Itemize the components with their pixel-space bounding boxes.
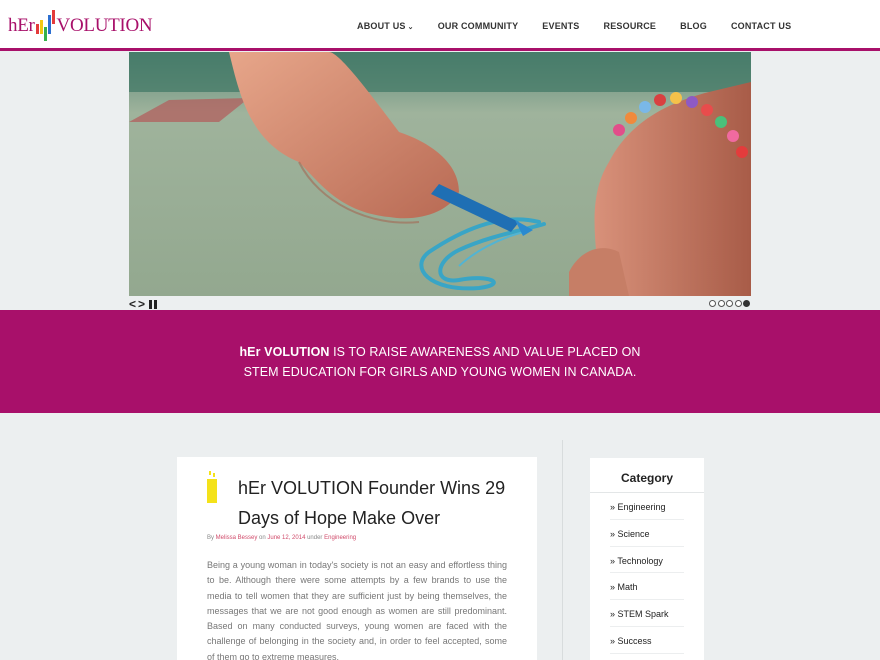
hero-slider[interactable] bbox=[129, 52, 751, 296]
category-math[interactable]: » Math bbox=[610, 573, 684, 601]
post-meta: By Melissa Bessey on June 12, 2014 under… bbox=[207, 535, 356, 541]
nav-about-us-label: ABOUT US bbox=[357, 20, 406, 31]
logo-bars-icon bbox=[35, 9, 56, 43]
slider-dot[interactable] bbox=[743, 300, 750, 307]
post-excerpt: Being a young woman in today's society i… bbox=[207, 560, 507, 660]
meta-under: under bbox=[305, 535, 325, 541]
blog-post-card: hEr VOLUTION Founder Wins 29 Days of Hop… bbox=[177, 457, 537, 660]
slider-pagination bbox=[708, 300, 750, 307]
slider-dot[interactable] bbox=[717, 300, 725, 307]
post-category-link[interactable]: Engineering bbox=[324, 535, 356, 541]
category-widget-title: Category bbox=[590, 458, 704, 493]
category-list: » Engineering » Science » Technology » M… bbox=[590, 493, 704, 654]
slider-dot[interactable] bbox=[726, 300, 733, 307]
post-date-link[interactable]: June 12, 2014 bbox=[267, 535, 305, 541]
content-divider bbox=[562, 440, 563, 660]
slider-dot[interactable] bbox=[734, 300, 742, 307]
nav-events[interactable]: EVENTS bbox=[542, 21, 579, 31]
post-author-link[interactable]: Melissa Bessey bbox=[216, 535, 258, 541]
hero-slide-image bbox=[129, 52, 751, 296]
category-science[interactable]: » Science bbox=[610, 520, 684, 547]
category-stem-spark[interactable]: » STEM Spark bbox=[610, 600, 684, 627]
slider-prev-button[interactable]: < bbox=[129, 297, 136, 311]
mission-statement: hEr VOLUTION IS TO RAISE AWARENESS AND V… bbox=[230, 342, 650, 382]
category-engineering[interactable]: » Engineering bbox=[610, 493, 684, 520]
category-success[interactable]: » Success bbox=[610, 627, 684, 654]
logo-prefix: hEr bbox=[8, 15, 35, 36]
nav-resource[interactable]: RESOURCE bbox=[604, 21, 657, 31]
site-header: hEr VOLUTION ABOUT US ⌄ OUR COMMUNITY EVE… bbox=[0, 0, 880, 51]
post-format-icon bbox=[207, 471, 217, 503]
meta-on: on bbox=[257, 535, 268, 541]
mission-banner: hEr VOLUTION IS TO RAISE AWARENESS AND V… bbox=[0, 310, 880, 413]
site-logo[interactable]: hEr VOLUTION bbox=[8, 9, 153, 43]
chevron-down-icon: ⌄ bbox=[407, 23, 414, 31]
slider-next-button[interactable]: > bbox=[138, 297, 145, 311]
slider-dot[interactable] bbox=[709, 300, 716, 307]
post-title[interactable]: hEr VOLUTION Founder Wins 29 Days of Hop… bbox=[238, 473, 518, 533]
logo-suffix: VOLUTION bbox=[56, 15, 153, 36]
nav-blog[interactable]: BLOG bbox=[680, 21, 707, 31]
pause-icon[interactable] bbox=[149, 300, 158, 309]
category-widget: Category » Engineering » Science » Techn… bbox=[590, 458, 704, 660]
nav-our-community[interactable]: OUR COMMUNITY bbox=[438, 21, 519, 31]
meta-by: By bbox=[207, 535, 216, 541]
nav-about-us[interactable]: ABOUT US ⌄ bbox=[357, 21, 414, 31]
category-technology[interactable]: » Technology bbox=[610, 547, 684, 574]
main-nav: ABOUT US ⌄ OUR COMMUNITY EVENTS RESOURCE … bbox=[345, 0, 803, 51]
mission-brand: hEr VOLUTION bbox=[239, 344, 330, 359]
nav-contact-us[interactable]: CONTACT US bbox=[731, 21, 791, 31]
slider-controls: < > bbox=[129, 297, 751, 311]
